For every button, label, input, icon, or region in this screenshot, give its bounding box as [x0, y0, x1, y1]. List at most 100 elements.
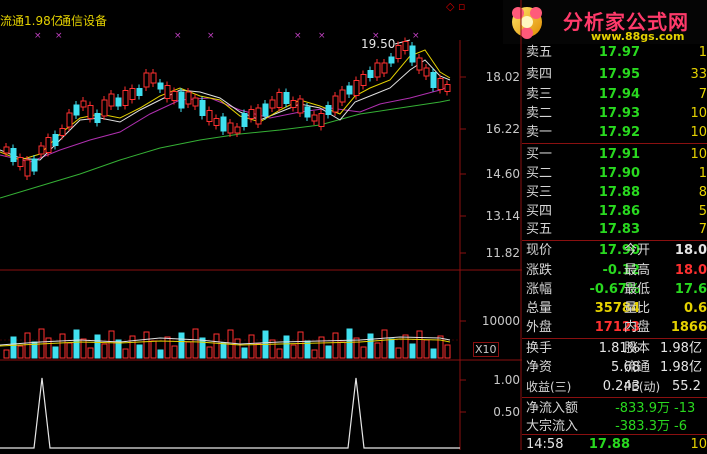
info-row: 净资 5.68 流通 1.98亿	[522, 359, 707, 377]
info-value: 55.2	[672, 379, 701, 394]
stat-label: 涨幅	[526, 282, 553, 297]
stat-label: 今开	[624, 243, 651, 258]
price-axis-label: 18.02	[485, 70, 520, 84]
indicator-axis-label: 0.50	[493, 405, 520, 419]
ask-row-1[interactable]: 卖一 17.92 10	[522, 124, 707, 142]
stat-label: 现价	[526, 243, 553, 258]
price-axis-label: 14.60	[485, 167, 520, 181]
stat-value: 1866	[670, 320, 707, 335]
bid-price: 17.86	[598, 204, 640, 219]
info-label: 净资	[526, 360, 553, 375]
svg-text:×: ×	[294, 31, 302, 41]
ask-volume: 33	[690, 67, 707, 82]
stat-value: 17.6	[674, 282, 707, 297]
info-value: 1.98亿	[660, 341, 702, 356]
bid-row-2[interactable]: 买二 17.90 1	[522, 165, 707, 183]
ask-volume: 10	[690, 125, 707, 140]
tick-row[interactable]: 14:58 17.88 10	[522, 436, 707, 454]
flow-value: -833.9万	[615, 401, 670, 416]
bid-row-4[interactable]: 买四 17.86 5	[522, 203, 707, 221]
site-logo: 分析家公式网 www.88gs.com	[503, 0, 707, 44]
ask-volume: 1	[698, 45, 707, 60]
tick-time: 14:58	[526, 437, 564, 452]
bid-price: 17.91	[598, 147, 640, 162]
volume-bars	[3, 328, 451, 359]
flow-value: -13	[674, 401, 696, 416]
ask-row-3[interactable]: 卖三 17.94 7	[522, 86, 707, 104]
ask-volume: 10	[690, 106, 707, 121]
ma-short-line	[0, 59, 451, 161]
stat-label: 总量	[526, 301, 553, 316]
volume-unit-label: X10	[473, 342, 499, 357]
ask-volume: 7	[698, 87, 707, 102]
tick-price: 17.88	[588, 437, 630, 452]
info-label: 股本	[624, 341, 651, 356]
ask-row-2[interactable]: 卖二 17.93 10	[522, 105, 707, 123]
stat-label: 外盘	[526, 320, 553, 335]
price-axis-label: 11.82	[485, 246, 520, 260]
high-price-marker: 19.50	[361, 37, 395, 51]
ask-label: 卖三	[526, 87, 553, 102]
info-row: 换手 1.81% 股本 1.98亿	[522, 340, 707, 358]
bid-price: 17.83	[598, 222, 640, 237]
bid-label: 买四	[526, 204, 553, 219]
stat-label: 最高	[624, 263, 651, 278]
price-axis-label: 13.14	[485, 209, 520, 223]
info-row: 收益(三) 0.243 PE(动) 55.2	[522, 378, 707, 396]
bid-volume: 1	[698, 166, 707, 181]
stat-row: 外盘 17123 内盘 1866	[522, 319, 707, 337]
info-label: 收益(三)	[526, 380, 572, 394]
info-value: 1.98亿	[660, 360, 702, 375]
info-label: PE(动)	[624, 380, 661, 394]
ask-row-4[interactable]: 卖四 17.95 33	[522, 66, 707, 84]
ask-price: 17.92	[598, 125, 640, 140]
svg-text:×: ×	[207, 31, 215, 41]
stat-row: 涨跌 -0.12 最高 18.0	[522, 262, 707, 280]
bid-row-3[interactable]: 买三 17.88 8	[522, 184, 707, 202]
ask-price: 17.94	[598, 87, 640, 102]
stat-label: 最低	[624, 282, 651, 297]
stat-value: 0.6	[683, 301, 707, 316]
svg-text:×: ×	[55, 31, 63, 41]
bid-label: 买二	[526, 166, 553, 181]
bid-label: 买五	[526, 222, 553, 237]
logo-url[interactable]: www.88gs.com	[591, 30, 684, 43]
price-axis-label: 16.22	[485, 122, 520, 136]
stat-label: 量比	[624, 301, 651, 316]
svg-text:×: ×	[318, 31, 326, 41]
kline-chart[interactable]: × × × × × × × × 19.50	[0, 0, 522, 450]
svg-text:×: ×	[174, 31, 182, 41]
svg-text:×: ×	[412, 31, 420, 41]
stat-label: 内盘	[624, 320, 651, 335]
ask-price: 17.93	[598, 106, 640, 121]
flow-row: 净流入额 -833.9万 -13	[522, 400, 707, 418]
volume-axis-label: 10000	[481, 314, 520, 328]
quote-panel: 卖五 17.97 1 卖四 17.95 33 卖三 17.94 7 卖二 17.…	[522, 44, 707, 452]
stat-label: 涨跌	[526, 263, 553, 278]
bid-row-1[interactable]: 买一 17.91 10	[522, 146, 707, 164]
ask-price: 17.97	[598, 45, 640, 60]
bid-volume: 10	[690, 147, 707, 162]
tick-volume: 10	[690, 437, 707, 452]
ask-label: 卖五	[526, 45, 553, 60]
bid-label: 买一	[526, 147, 553, 162]
bid-price: 17.90	[598, 166, 640, 181]
ask-label: 卖一	[526, 125, 553, 140]
stat-row: 涨幅 -0.67% 最低 17.6	[522, 281, 707, 299]
indicator-line	[0, 377, 460, 449]
stat-value: 18.0	[674, 243, 707, 258]
bid-volume: 8	[698, 185, 707, 200]
bid-row-5[interactable]: 买五 17.83 7	[522, 221, 707, 239]
ask-label: 卖四	[526, 67, 553, 82]
flow-label: 净流入额	[526, 401, 579, 416]
bid-volume: 5	[698, 204, 707, 219]
bid-label: 买三	[526, 185, 553, 200]
candlesticks	[3, 37, 451, 180]
ask-label: 卖二	[526, 106, 553, 121]
stat-row: 总量 35784 量比 0.6	[522, 300, 707, 318]
stat-value: 18.0	[674, 263, 707, 278]
ask-row-5[interactable]: 卖五 17.97 1	[522, 44, 707, 62]
stat-row: 现价 17.90 今开 18.0	[522, 242, 707, 260]
svg-text:×: ×	[34, 31, 42, 41]
info-label: 流通	[624, 360, 651, 375]
